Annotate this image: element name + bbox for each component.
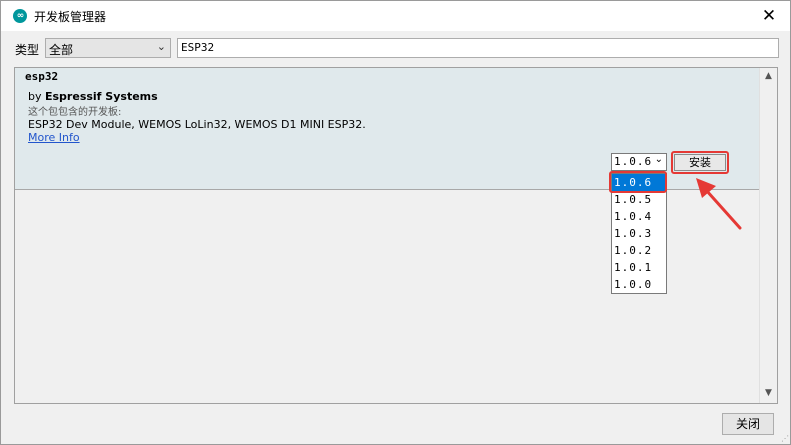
type-label: 类型 xyxy=(15,43,40,57)
board-author-line: by Espressif Systems xyxy=(28,90,158,103)
resize-grip-icon[interactable]: ⋰ xyxy=(781,434,789,443)
by-prefix: by xyxy=(28,90,45,103)
arduino-icon: ∞ xyxy=(13,9,27,23)
version-select[interactable]: 1.0.6 ⌄ xyxy=(611,153,667,171)
board-name: esp32 xyxy=(25,70,59,83)
dropdown-item[interactable]: 1.0.1 xyxy=(612,259,666,276)
dropdown-item[interactable]: 1.0.2 xyxy=(612,242,666,259)
arrow-annotation-icon xyxy=(696,178,742,230)
close-button[interactable]: 关闭 xyxy=(722,413,774,435)
title-bar[interactable]: ∞ 开发板管理器 ✕ xyxy=(1,1,790,31)
chevron-down-icon: ⌄ xyxy=(156,40,166,53)
chevron-down-icon: ⌄ xyxy=(654,154,663,165)
version-select-value: 1.0.6 xyxy=(614,155,653,168)
boards-list: ESP32 Dev Module, WEMOS LoLin32, WEMOS D… xyxy=(28,118,366,131)
contains-label: 这个包包含的开发板: xyxy=(28,107,122,118)
scrollbar[interactable]: ▲ ▼ xyxy=(759,68,777,403)
dropdown-item[interactable]: 1.0.4 xyxy=(612,208,666,225)
dropdown-item[interactable]: 1.0.3 xyxy=(612,225,666,242)
window-title: 开发板管理器 xyxy=(34,10,107,24)
type-select-value: 全部 xyxy=(49,43,74,57)
version-highlight-box xyxy=(609,171,667,193)
dropdown-item[interactable]: 1.0.5 xyxy=(612,191,666,208)
install-highlight-box xyxy=(671,151,729,174)
dropdown-item[interactable]: 1.0.0 xyxy=(612,276,666,293)
close-icon[interactable]: ✕ xyxy=(756,5,782,27)
type-select[interactable]: 全部 ⌄ xyxy=(45,38,171,58)
scroll-up-icon[interactable]: ▲ xyxy=(762,70,775,83)
scroll-down-icon[interactable]: ▼ xyxy=(762,387,775,400)
more-info-link[interactable]: More Info xyxy=(28,131,80,144)
board-author: Espressif Systems xyxy=(45,90,158,103)
search-input[interactable]: ESP32 xyxy=(177,38,779,58)
